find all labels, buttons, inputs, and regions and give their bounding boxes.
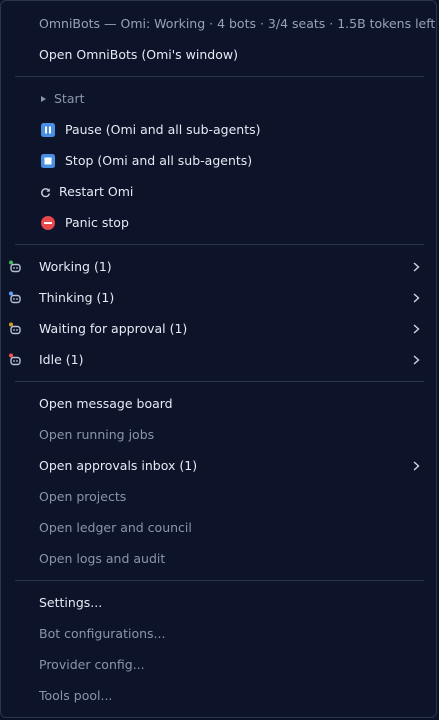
stop-item[interactable]: Stop (Omi and all sub-agents) bbox=[1, 146, 438, 176]
open-approvals-inbox-label: Open approvals inbox (1) bbox=[39, 458, 198, 473]
open-approvals-inbox-item[interactable]: Open approvals inbox (1) bbox=[1, 451, 438, 481]
stop-icon bbox=[41, 154, 55, 168]
start-label: Start bbox=[54, 91, 85, 106]
bot-icon bbox=[9, 291, 21, 304]
stop-label: Stop (Omi and all sub-agents) bbox=[65, 153, 253, 168]
status-waiting-item[interactable]: Waiting for approval (1) bbox=[1, 314, 438, 344]
status-waiting-label: Waiting for approval (1) bbox=[39, 321, 188, 336]
tray-context-menu: OmniBots — Omi: Working · 4 bots · 3/4 s… bbox=[0, 0, 437, 718]
provider-config-item[interactable]: Provider config... bbox=[1, 650, 438, 680]
chevron-right-icon bbox=[413, 262, 420, 272]
open-running-jobs-label: Open running jobs bbox=[39, 427, 155, 442]
status-idle-label: Idle (1) bbox=[39, 352, 84, 367]
separator bbox=[15, 580, 424, 581]
status-idle-item[interactable]: Idle (1) bbox=[1, 345, 438, 375]
status-header: OmniBots — Omi: Working · 4 bots · 3/4 s… bbox=[1, 9, 438, 39]
panic-icon bbox=[41, 216, 55, 230]
separator bbox=[15, 381, 424, 382]
bot-configurations-item[interactable]: Bot configurations... bbox=[1, 619, 438, 649]
open-logs-audit-label: Open logs and audit bbox=[39, 551, 166, 566]
open-message-board-item[interactable]: Open message board bbox=[1, 389, 438, 419]
tools-pool-label: Tools pool... bbox=[39, 688, 113, 703]
open-projects-item[interactable]: Open projects bbox=[1, 482, 438, 512]
pause-item[interactable]: Pause (Omi and all sub-agents) bbox=[1, 115, 438, 145]
open-projects-label: Open projects bbox=[39, 489, 127, 504]
panic-stop-item[interactable]: Panic stop bbox=[1, 208, 438, 238]
status-thinking-label: Thinking (1) bbox=[39, 290, 115, 305]
status-header-text: OmniBots — Omi: Working · 4 bots · 3/4 s… bbox=[39, 16, 436, 31]
bot-configurations-label: Bot configurations... bbox=[39, 626, 166, 641]
pause-icon bbox=[41, 123, 55, 137]
bot-icon bbox=[9, 353, 21, 366]
chevron-right-icon bbox=[413, 355, 420, 365]
panic-stop-label: Panic stop bbox=[65, 215, 129, 230]
separator bbox=[15, 244, 424, 245]
chevron-right-icon bbox=[413, 461, 420, 471]
open-ledger-council-item[interactable]: Open ledger and council bbox=[1, 513, 438, 543]
open-omnibots-window-label: Open OmniBots (Omi's window) bbox=[39, 47, 238, 62]
status-thinking-item[interactable]: Thinking (1) bbox=[1, 283, 438, 313]
bot-icon bbox=[9, 322, 21, 335]
start-item[interactable]: Start bbox=[1, 84, 438, 114]
settings-item[interactable]: Settings... bbox=[1, 588, 438, 618]
bot-icon bbox=[9, 260, 21, 273]
status-working-item[interactable]: Working (1) bbox=[1, 252, 438, 282]
settings-label: Settings... bbox=[39, 595, 103, 610]
provider-config-label: Provider config... bbox=[39, 657, 145, 672]
open-message-board-label: Open message board bbox=[39, 396, 173, 411]
open-ledger-council-label: Open ledger and council bbox=[39, 520, 192, 535]
status-working-label: Working (1) bbox=[39, 259, 112, 274]
separator bbox=[15, 76, 424, 77]
tools-pool-item[interactable]: Tools pool... bbox=[1, 681, 438, 711]
play-icon bbox=[41, 96, 46, 102]
open-omnibots-window-item[interactable]: Open OmniBots (Omi's window) bbox=[1, 40, 438, 70]
restart-label: Restart Omi bbox=[59, 184, 134, 199]
pause-label: Pause (Omi and all sub-agents) bbox=[65, 122, 261, 137]
chevron-right-icon bbox=[413, 293, 420, 303]
restart-item[interactable]: Restart Omi bbox=[1, 177, 438, 207]
open-running-jobs-item[interactable]: Open running jobs bbox=[1, 420, 438, 450]
restart-icon bbox=[41, 188, 51, 198]
open-logs-audit-item[interactable]: Open logs and audit bbox=[1, 544, 438, 574]
chevron-right-icon bbox=[413, 324, 420, 334]
